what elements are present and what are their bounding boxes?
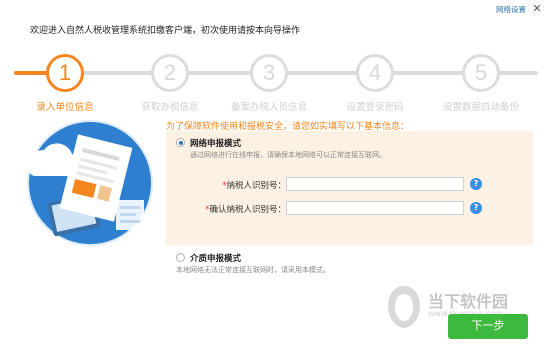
online-mode-panel: 网络申报模式 通过网络进行在线申报，请确保本地网络可以正常连接互联网。 *纳税人… [166,131,533,245]
online-mode-radio[interactable] [176,138,185,147]
watermark-logo-icon [388,286,420,328]
step-1-number: 1 [46,54,84,92]
step-2-label: 获取办税信息 [141,102,199,113]
step-5-label: 设置数据自动备份 [442,102,519,113]
online-mode-desc: 通过网络进行在线申报，请确保本地网络可以正常连接互联网。 [190,151,386,159]
step-5-number: 5 [462,54,500,92]
confirm-id-label: *确认纳税人识别号： [174,203,286,215]
step-4-label: 设置登录密码 [346,102,404,113]
step-3-number: 3 [250,54,288,92]
taxpayer-id-label: *纳税人识别号： [194,179,286,191]
wizard-stepper: 1 录入单位信息 2 获取办税信息 3 备案办税人员信息 4 设置登录密码 5 … [0,54,550,113]
taxpayer-id-help-icon[interactable]: ? [470,178,482,190]
medium-mode-desc: 本地网络无法正常连接互联网时，请采用本模式。 [176,266,330,274]
confirm-id-label-text: 确认纳税人识别号： [209,205,286,215]
step-3-label: 备案办税人员信息 [230,102,307,113]
confirm-id-input[interactable] [286,201,464,215]
next-step-button[interactable]: 下一步 [448,314,528,339]
step-2-number: 2 [151,54,189,92]
confirm-id-help-icon[interactable]: ? [470,202,482,214]
taxpayer-id-input[interactable] [286,177,464,191]
online-mode-title: 网络申报模式 [190,139,242,149]
welcome-text: 欢迎进入自然人税收管理系统扣缴客户端，初次使用请按本向导操作 [30,26,301,36]
medium-mode-radio[interactable] [176,253,185,262]
title-bar: 网络设置 ✕ [0,0,550,16]
medium-mode-title: 介质申报模式 [190,254,242,264]
documents-illustration [26,120,153,246]
step-4-number: 4 [356,54,394,92]
taxpayer-id-label-text: 纳税人识别号： [226,181,286,191]
close-icon[interactable]: ✕ [530,2,544,16]
network-settings-link[interactable]: 网络设置 [496,4,526,15]
step-1-label: 录入单位信息 [36,102,94,113]
